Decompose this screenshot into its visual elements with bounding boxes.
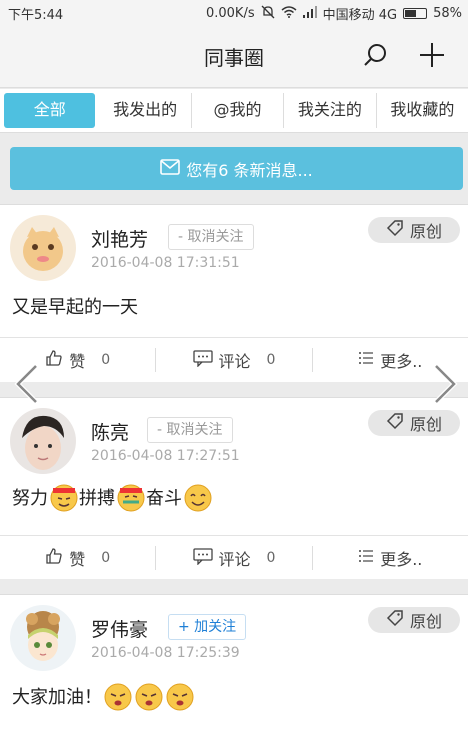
thumbs-up-icon <box>45 547 63 569</box>
post-card[interactable]: 罗伟豪 + 加关注 2016-04-08 17:25:39 原创 大家加油！ <box>0 594 468 731</box>
avatar[interactable] <box>10 408 76 474</box>
author-name: 刘艳芳 <box>91 229 149 251</box>
avatar[interactable] <box>10 215 76 281</box>
author-name: 罗伟豪 <box>91 619 149 641</box>
search-icon[interactable] <box>361 40 391 70</box>
navbar: 同事圈 <box>0 24 468 88</box>
new-message-bar[interactable]: 您有6 条新消息... <box>10 147 463 190</box>
original-tag: 原创 <box>368 410 460 436</box>
like-count: 0 <box>101 549 111 566</box>
signal-icon <box>302 5 317 22</box>
status-time: 下午5:44 <box>8 8 64 23</box>
tag-label: 原创 <box>409 222 442 241</box>
post-card[interactable]: 刘艳芳 - 取消关注 2016-04-08 17:31:51 原创 又是早起的一… <box>0 204 468 382</box>
emoji-cheer-icon <box>134 681 164 711</box>
unfollow-button[interactable]: - 取消关注 <box>168 224 254 250</box>
mute-icon <box>261 5 275 23</box>
tag-label: 原创 <box>409 612 442 631</box>
like-count: 0 <box>101 351 111 368</box>
post-card[interactable]: 陈亮 - 取消关注 2016-04-08 17:27:51 原创 努力 拼搏 奋… <box>0 397 468 579</box>
tab-bar: 全部 我发出的 @我的 我关注的 我收藏的 <box>0 89 468 133</box>
comment-count: 0 <box>266 549 276 566</box>
thumbs-up-icon <box>45 349 63 371</box>
plus-icon[interactable] <box>417 40 447 70</box>
comment-icon <box>192 349 213 371</box>
wifi-icon <box>281 5 297 22</box>
tab-mentions[interactable]: @我的 <box>192 93 285 128</box>
post-time: 2016-04-08 17:31:51 <box>91 255 240 271</box>
post-actions: 赞 0 评论 0 更多.. <box>0 337 468 381</box>
comment-icon <box>192 547 213 569</box>
comment-label: 评论 <box>218 351 251 371</box>
post-content: 大家加油！ <box>12 681 195 711</box>
post-content: 努力 拼搏 奋斗 <box>12 482 213 512</box>
emoji-cheer-icon <box>165 681 195 711</box>
tag-icon <box>386 609 404 631</box>
tag-label: 原创 <box>409 415 442 434</box>
mail-icon <box>160 158 181 179</box>
status-bar: 下午5:44 0.00K/s 中国移动 4G 58% <box>0 0 468 24</box>
comment-count: 0 <box>266 351 276 368</box>
tag-icon <box>386 219 404 241</box>
tab-sent[interactable]: 我发出的 <box>99 93 192 128</box>
author-name: 陈亮 <box>91 422 130 444</box>
emoji-happy-icon <box>183 482 213 512</box>
post-actions: 赞 0 评论 0 更多.. <box>0 535 468 579</box>
list-icon <box>358 350 374 369</box>
content-text: 奋斗 <box>146 488 182 509</box>
unfollow-button[interactable]: - 取消关注 <box>147 417 233 443</box>
tab-following[interactable]: 我关注的 <box>284 93 377 128</box>
more-button[interactable]: 更多.. <box>313 546 468 570</box>
post-content: 又是早起的一天 <box>12 297 138 318</box>
new-message-text: 您有6 条新消息... <box>186 160 313 180</box>
page-title: 同事圈 <box>204 46 264 70</box>
more-label: 更多.. <box>380 549 423 569</box>
post-time: 2016-04-08 17:25:39 <box>91 645 240 661</box>
comment-button[interactable]: 评论 0 <box>156 546 311 570</box>
battery-icon <box>403 8 428 19</box>
content-text: 拼搏 <box>79 488 115 509</box>
post-time: 2016-04-08 17:27:51 <box>91 448 240 464</box>
like-label: 赞 <box>69 549 86 569</box>
carrier: 中国移动 4G <box>322 8 398 23</box>
content-text: 努力 <box>12 488 48 509</box>
more-label: 更多.. <box>380 351 423 371</box>
battery-percent: 58% <box>433 6 462 21</box>
original-tag: 原创 <box>368 607 460 633</box>
comment-label: 评论 <box>218 549 251 569</box>
like-label: 赞 <box>69 351 86 371</box>
tab-all[interactable]: 全部 <box>4 93 96 128</box>
avatar[interactable] <box>10 605 76 671</box>
tab-favorites[interactable]: 我收藏的 <box>377 93 468 128</box>
emoji-strive-icon <box>49 482 79 512</box>
emoji-cheer-icon <box>103 681 133 711</box>
content-text: 大家加油！ <box>12 687 102 708</box>
chevron-right-icon[interactable] <box>430 364 460 404</box>
network-speed: 0.00K/s <box>205 6 255 21</box>
chevron-left-icon[interactable] <box>12 364 42 404</box>
tag-icon <box>386 412 404 434</box>
like-button[interactable]: 赞 0 <box>0 546 155 570</box>
battery-fill <box>405 10 417 17</box>
emoji-fight-icon <box>116 482 146 512</box>
follow-button[interactable]: + 加关注 <box>168 614 247 640</box>
status-right: 0.00K/s 中国移动 4G 58% <box>206 4 462 23</box>
original-tag: 原创 <box>368 217 460 243</box>
list-icon <box>358 548 374 567</box>
comment-button[interactable]: 评论 0 <box>156 348 311 372</box>
